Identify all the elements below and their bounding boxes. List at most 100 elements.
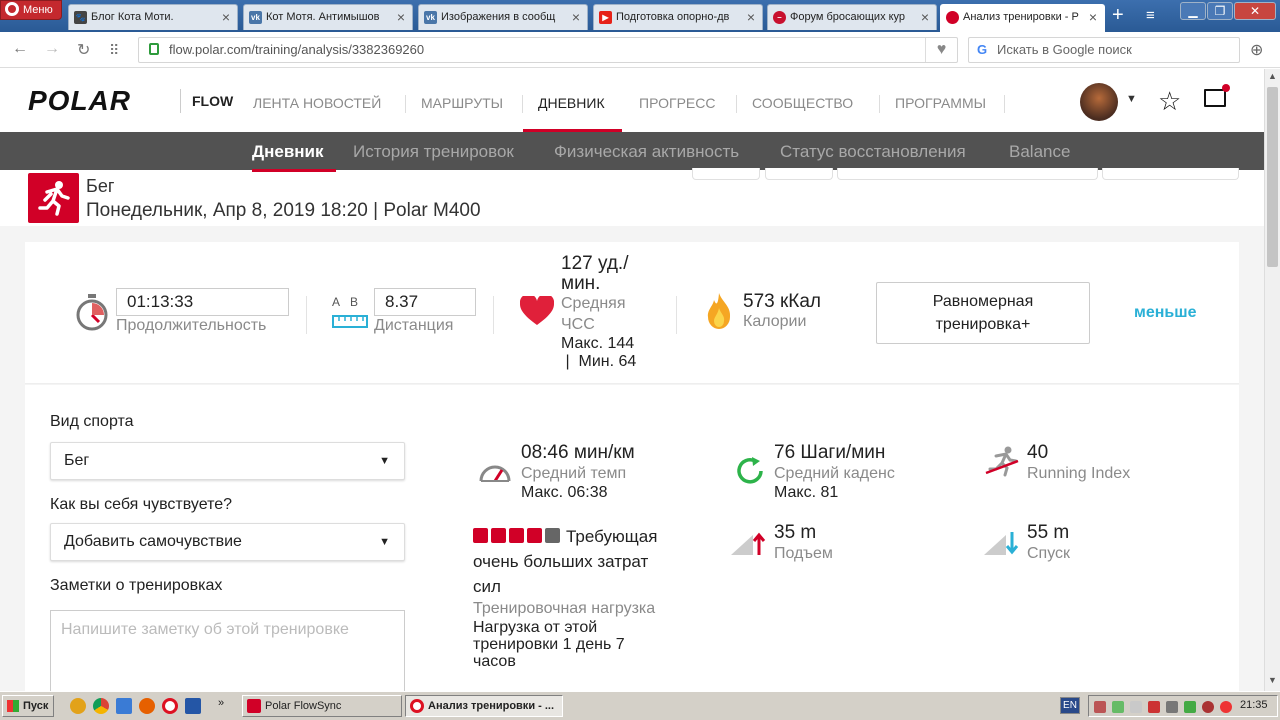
load-description-line1: Требующая: [566, 527, 658, 546]
sport-select-value: Бег: [64, 452, 90, 469]
notes-textarea[interactable]: Напишите заметку об этой тренировке: [50, 610, 405, 691]
close-icon[interactable]: ×: [744, 5, 758, 29]
back-icon[interactable]: ←: [12, 40, 28, 58]
polar-icon: [946, 11, 959, 24]
start-button[interactable]: Пуск: [2, 695, 54, 717]
url-field[interactable]: flow.polar.com/training/analysis/3382369…: [138, 37, 958, 63]
scroll-up-icon[interactable]: ▲: [1268, 71, 1277, 81]
nav-community[interactable]: СООБЩЕСТВО: [752, 95, 853, 132]
divider: [493, 296, 494, 334]
minimize-button[interactable]: ▁: [1180, 2, 1206, 20]
tray-icon[interactable]: [1094, 701, 1106, 713]
subnav-balance[interactable]: Balance: [1009, 142, 1070, 162]
tab-menu-icon[interactable]: ≡: [1146, 7, 1155, 24]
divider: [306, 296, 307, 334]
subnav-recovery[interactable]: Статус восстановления: [780, 142, 966, 162]
subnav-history[interactable]: История тренировок: [353, 142, 514, 162]
chevron-down-icon: ▼: [379, 536, 390, 548]
chrome-icon[interactable]: [93, 698, 109, 714]
download-icon[interactable]: ⊕: [1250, 40, 1263, 60]
scrollbar-thumb[interactable]: [1267, 87, 1278, 267]
reload-icon[interactable]: ↻: [77, 40, 90, 60]
search-input[interactable]: G Искать в Google поиск: [968, 37, 1240, 63]
opera-icon[interactable]: [162, 698, 178, 714]
load-level-square: [491, 528, 506, 543]
nav-diary[interactable]: ДНЕВНИК: [523, 95, 622, 132]
opera-menu-button[interactable]: Меню: [0, 0, 62, 20]
language-indicator[interactable]: EN: [1060, 697, 1080, 714]
nav-programs[interactable]: ПРОГРАММЫ: [895, 95, 986, 132]
feeling-select[interactable]: Добавить самочувствие ▼: [50, 523, 405, 561]
notification-dot: [1222, 84, 1230, 92]
distance-label: Дистанция: [374, 317, 454, 334]
browser-tab-active[interactable]: Анализ тренировки - Р ×: [940, 4, 1105, 32]
recovery-time-line2: тренировки 1 день 7: [473, 636, 625, 653]
scroll-down-icon[interactable]: ▼: [1268, 675, 1277, 685]
subnav-activity[interactable]: Физическая активность: [554, 142, 739, 162]
cadence-value: 76 Шаги/мин: [774, 442, 886, 463]
taskbar-window[interactable]: Polar FlowSync: [242, 695, 402, 717]
taskbar-window-title: Анализ тренировки - ...: [428, 700, 555, 712]
sport-select[interactable]: Бег ▼: [50, 442, 405, 480]
training-benefit-button[interactable]: Равномерная тренировка+: [876, 282, 1090, 344]
browser-tab[interactable]: vk Кот Мотя. Антимышов ×: [243, 4, 413, 30]
windows-logo-icon: [7, 700, 19, 712]
close-window-button[interactable]: ✕: [1234, 2, 1276, 20]
vertical-scrollbar[interactable]: ▲ ▼: [1264, 69, 1280, 691]
forum-icon: –: [773, 11, 786, 24]
tray-icon[interactable]: [1202, 701, 1214, 713]
shield-icon[interactable]: [1148, 701, 1160, 713]
cat-icon: 🐾: [74, 11, 87, 24]
quicklaunch-icon[interactable]: [70, 698, 86, 714]
avatar[interactable]: [1080, 83, 1118, 121]
nav-divider: [1004, 95, 1005, 113]
polar-logo[interactable]: POLAR: [28, 85, 131, 117]
training-subtitle: Понедельник, Апр 8, 2019 18:20 | Polar M…: [86, 200, 481, 221]
close-icon[interactable]: ×: [394, 5, 408, 29]
nav-news[interactable]: ЛЕНТА НОВОСТЕЙ: [253, 95, 381, 132]
star-icon[interactable]: ☆: [1158, 86, 1181, 117]
maximize-button[interactable]: ❐: [1207, 2, 1233, 20]
browser-tab[interactable]: 🐾 Блог Кота Моти. ×: [68, 4, 238, 30]
tray-icon[interactable]: [1220, 701, 1232, 713]
nav-progress[interactable]: ПРОГРЕСС: [639, 95, 715, 132]
forward-icon[interactable]: →: [44, 40, 60, 58]
chevron-more-icon[interactable]: »: [218, 697, 224, 709]
load-level-square: [473, 528, 488, 543]
new-tab-button[interactable]: +: [1112, 5, 1124, 25]
flame-icon: [706, 292, 732, 335]
taskbar-window-active[interactable]: Анализ тренировки - ...: [405, 695, 563, 717]
close-icon[interactable]: ×: [569, 5, 583, 29]
bookmark-heart-icon[interactable]: ♥: [925, 38, 957, 62]
browser-tab[interactable]: ▶ Подготовка опорно-дв ×: [593, 4, 763, 30]
tray-icon[interactable]: [1184, 701, 1196, 713]
tray-icon[interactable]: [1166, 701, 1178, 713]
lock-icon: [149, 43, 159, 55]
tray-icon[interactable]: [1130, 701, 1142, 713]
chevron-down-icon[interactable]: ▼: [1126, 93, 1137, 105]
save-icon[interactable]: [185, 698, 201, 714]
flow-label: FLOW: [180, 89, 233, 113]
browser-tab[interactable]: vk Изображения в сообщ ×: [418, 4, 588, 30]
toolbar-button[interactable]: [1102, 168, 1239, 180]
feeling-field-label: Как вы себя чувствуете?: [50, 496, 233, 513]
close-icon[interactable]: ×: [918, 5, 932, 29]
toolbar-button[interactable]: [837, 168, 1098, 180]
training-benefit-line1: Равномерная: [932, 293, 1034, 310]
nav-routes[interactable]: МАРШРУТЫ: [421, 95, 503, 132]
firefox-icon[interactable]: [139, 698, 155, 714]
speed-dial-icon[interactable]: ⠿: [109, 42, 119, 59]
notifications-icon[interactable]: [1204, 84, 1230, 107]
toolbar-button[interactable]: [692, 168, 760, 180]
recovery-time-line3: часов: [473, 653, 516, 670]
explorer-icon[interactable]: [116, 698, 132, 714]
close-icon[interactable]: ×: [1086, 5, 1100, 29]
tray-icon[interactable]: [1112, 701, 1124, 713]
divider: [676, 296, 677, 334]
close-icon[interactable]: ×: [219, 5, 233, 29]
distance-value: 8.37: [374, 288, 476, 316]
toolbar-button[interactable]: [765, 168, 833, 180]
show-less-link[interactable]: меньше: [1134, 304, 1196, 322]
browser-tab[interactable]: – Форум бросающих кур ×: [767, 4, 937, 30]
subnav-diary[interactable]: Дневник: [252, 142, 336, 172]
